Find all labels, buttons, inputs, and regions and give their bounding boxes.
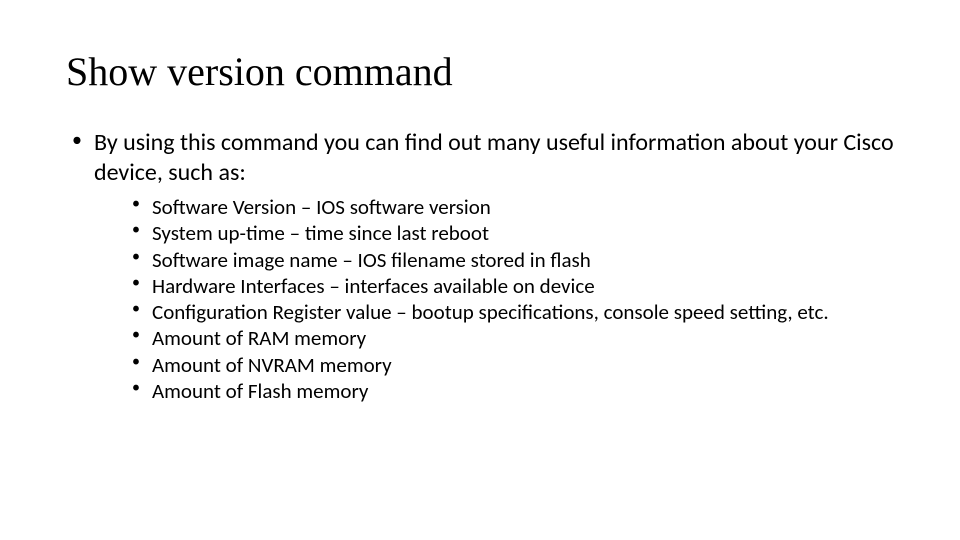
slide-title: Show version command xyxy=(66,50,894,94)
sub-bullet-text: Amount of Flash memory xyxy=(152,378,368,404)
sub-bullet-item: Amount of RAM memory xyxy=(132,325,894,351)
sub-bullet-text: System up-time – time since last reboot xyxy=(152,220,489,246)
sub-bullet-text: Hardware Interfaces – interfaces availab… xyxy=(152,273,595,299)
sub-bullet-text: Configuration Register value – bootup sp… xyxy=(152,299,829,325)
bullet-text: By using this command you can find out m… xyxy=(94,128,894,187)
sub-bullet-text: Software image name – IOS filename store… xyxy=(152,247,591,273)
sub-bullet-item: Software Version – IOS software version xyxy=(132,194,894,220)
slide: Show version command By using this comma… xyxy=(0,0,960,540)
sub-bullet-text: Software Version – IOS software version xyxy=(152,194,491,220)
sub-bullet-item: Amount of NVRAM memory xyxy=(132,352,894,378)
sub-bullet-item: Hardware Interfaces – interfaces availab… xyxy=(132,273,894,299)
bullet-list-level2: Software Version – IOS software version … xyxy=(94,194,894,404)
sub-bullet-text: Amount of RAM memory xyxy=(152,325,366,351)
sub-bullet-text: Amount of NVRAM memory xyxy=(152,352,392,378)
bullet-item: By using this command you can find out m… xyxy=(66,128,894,404)
sub-bullet-item: Software image name – IOS filename store… xyxy=(132,247,894,273)
bullet-list-level1: By using this command you can find out m… xyxy=(66,128,894,404)
sub-bullet-item: System up-time – time since last reboot xyxy=(132,220,894,246)
sub-bullet-item: Amount of Flash memory xyxy=(132,378,894,404)
sub-bullet-item: Configuration Register value – bootup sp… xyxy=(132,299,894,325)
